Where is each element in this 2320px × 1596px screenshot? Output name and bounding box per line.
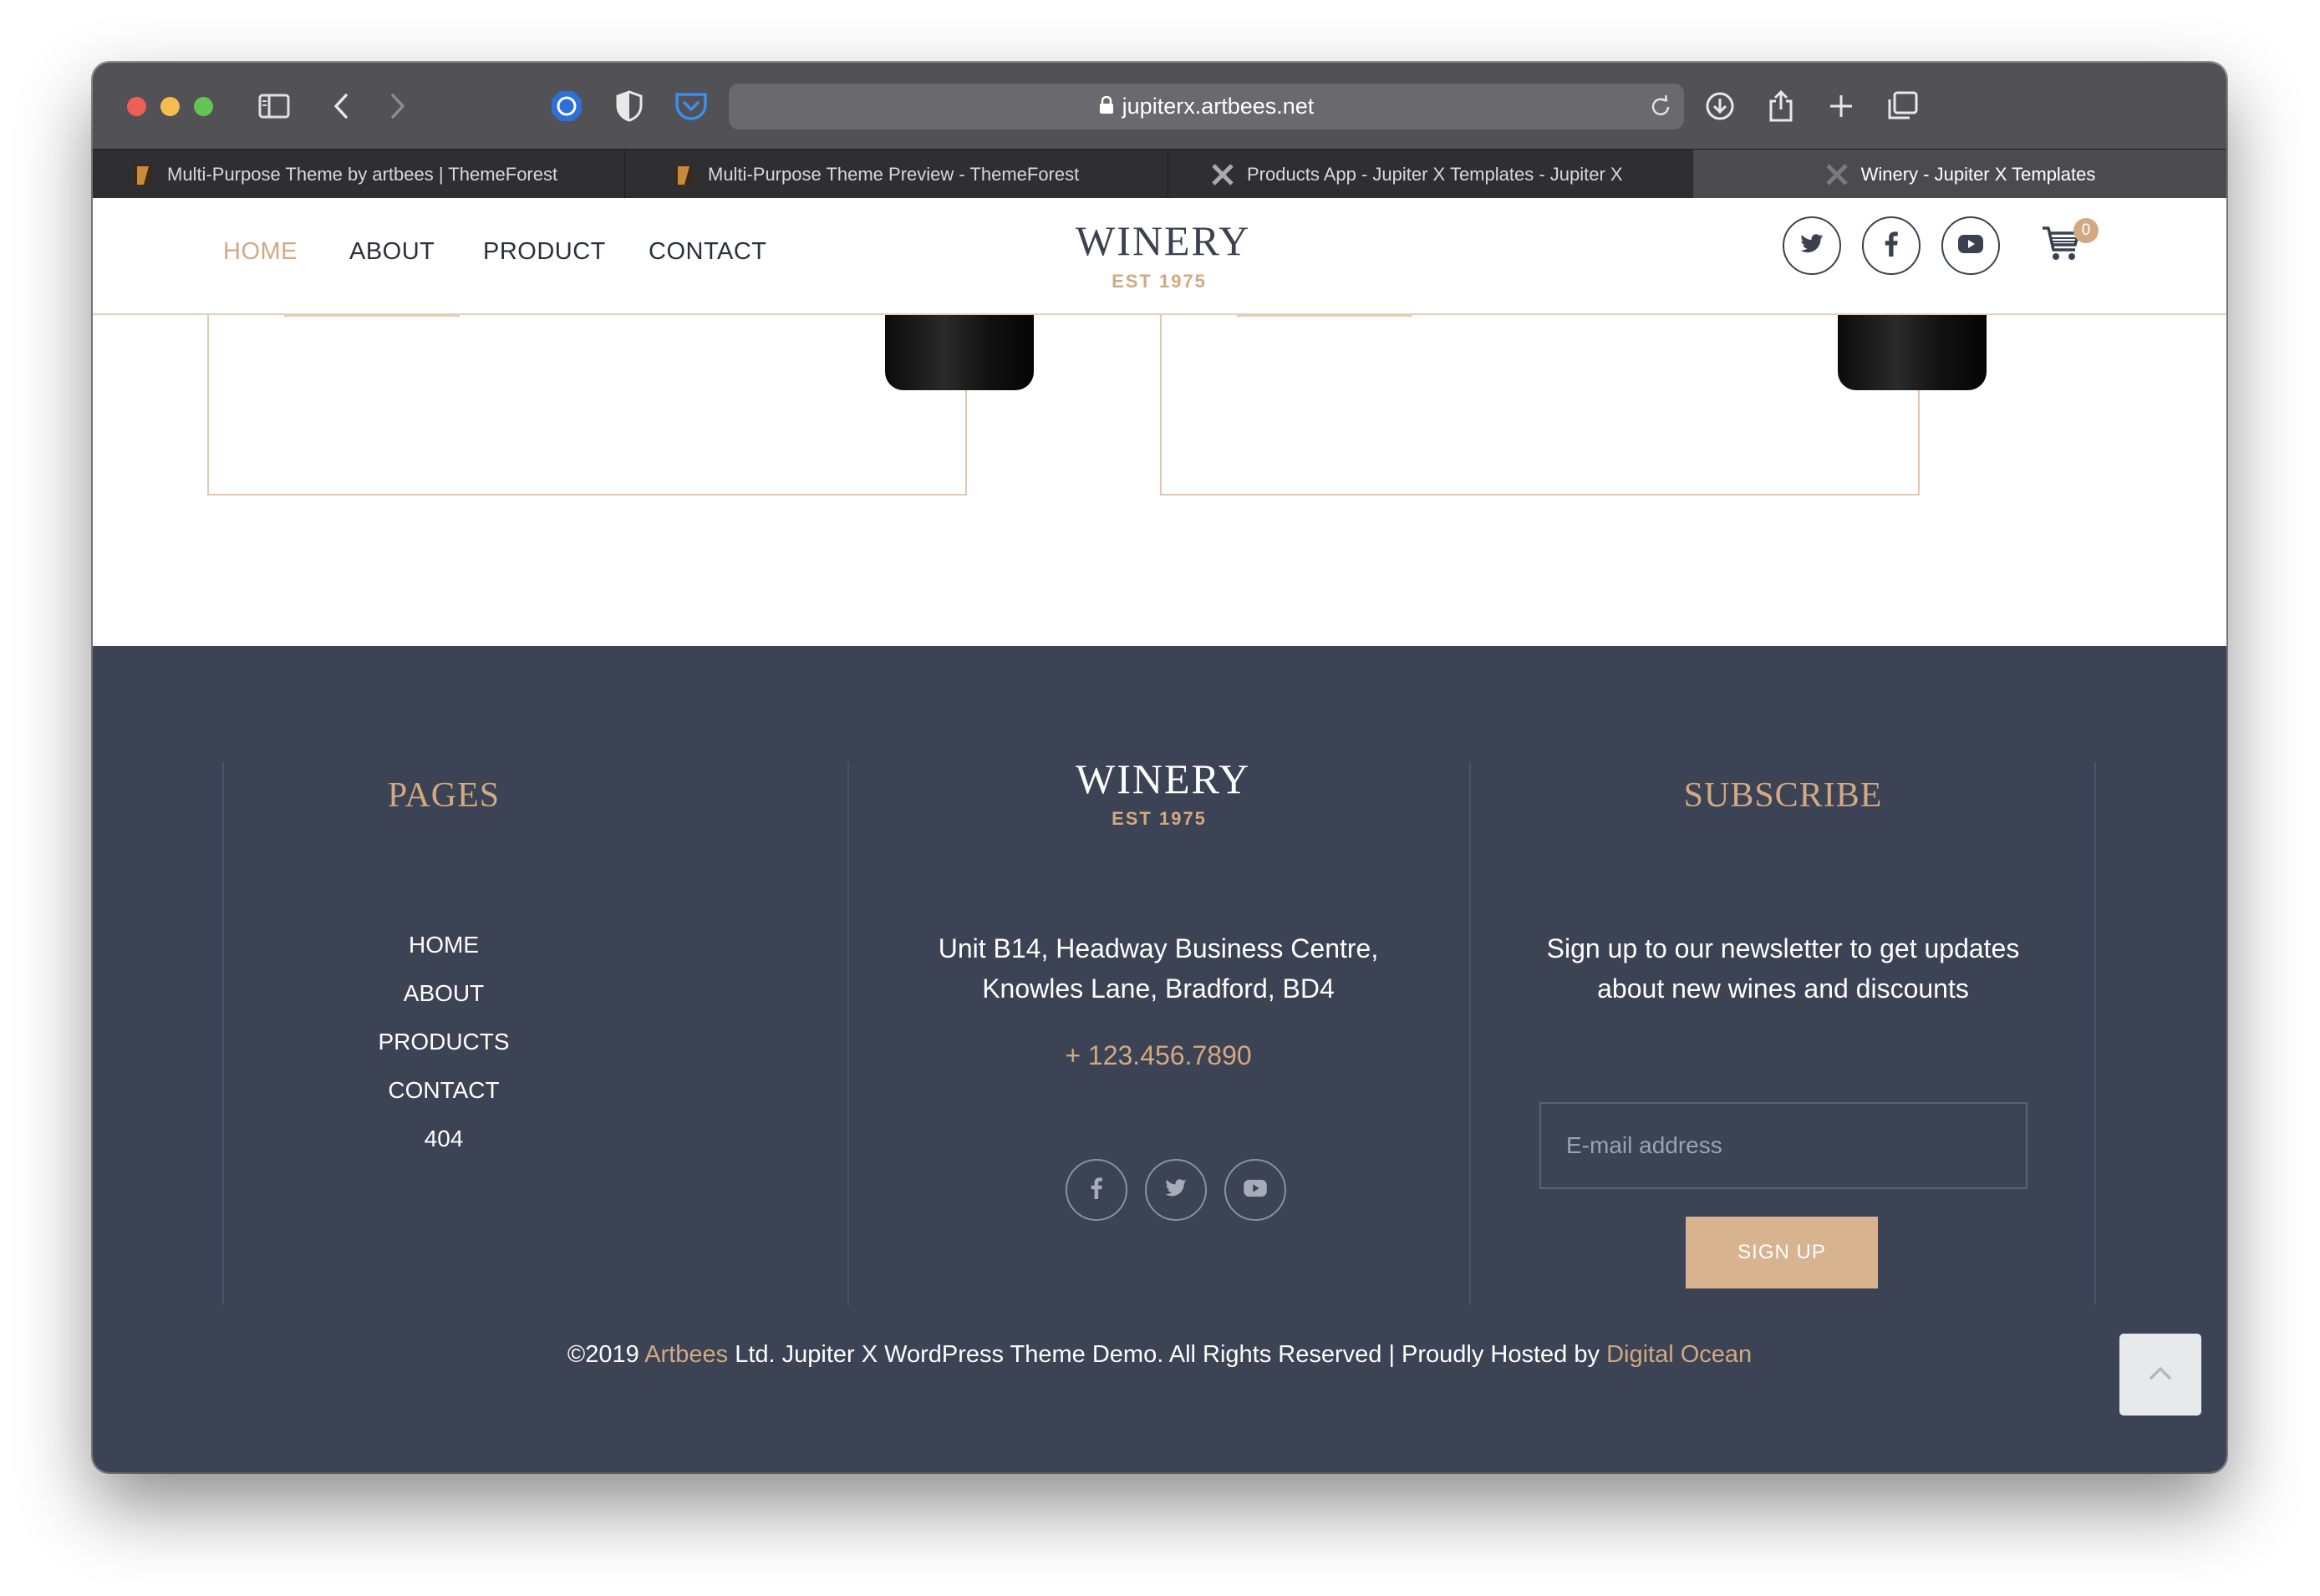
forward-icon[interactable]: [385, 88, 410, 125]
tab-products-app[interactable]: Products App - Jupiter X Templates - Jup…: [1168, 150, 1702, 199]
phone-link[interactable]: + 123.456.7890: [862, 1035, 1455, 1076]
tab-winery[interactable]: Winery - Jupiter X Templates: [1693, 150, 2226, 199]
footer-youtube-button[interactable]: [1224, 1159, 1286, 1221]
close-window-button[interactable]: [127, 97, 146, 116]
site-footer: PAGES HOME ABOUT PRODUCTS CONTACT 404 WI…: [93, 646, 2226, 1472]
logo-est: EST 1975: [1112, 271, 1207, 292]
shield-icon[interactable]: [611, 88, 648, 125]
header-facebook-button[interactable]: [1862, 216, 1921, 275]
facebook-icon: [1885, 231, 1898, 261]
chevron-up-icon: [2149, 1365, 2172, 1385]
footer-link-contact[interactable]: CONTACT: [222, 1077, 665, 1104]
copyright-text: ©2019 Artbees Ltd. Jupiter X WordPress T…: [93, 1341, 2226, 1369]
sidebar-icon[interactable]: [255, 88, 293, 125]
web-page: HOME ABOUT PRODUCT CONTACT WINERY EST 19…: [93, 198, 2226, 1472]
tab-title: Multi-Purpose Theme Preview - ThemeFores…: [708, 163, 1080, 185]
subscribe-text-line-2: about new wines and discounts: [1597, 973, 1969, 1004]
pocket-icon[interactable]: [672, 88, 710, 125]
twitter-icon: [1164, 1178, 1188, 1202]
address-bar[interactable]: jupiterx.artbees.net: [729, 84, 1684, 130]
youtube-icon: [1957, 234, 1984, 258]
cart-button[interactable]: 0: [2040, 218, 2099, 269]
artbees-link[interactable]: Artbees: [644, 1341, 728, 1368]
column-divider: [1469, 762, 1471, 1305]
tab-themeforest-preview[interactable]: Multi-Purpose Theme Preview - ThemeFores…: [625, 150, 1168, 199]
browser-toolbar: jupiterx.artbees.net: [93, 63, 2226, 149]
footer-link-404[interactable]: 404: [222, 1126, 665, 1152]
header-twitter-button[interactable]: [1783, 216, 1841, 275]
copyright-prefix: ©2019: [567, 1341, 645, 1368]
tab-title: Multi-Purpose Theme by artbees | ThemeFo…: [167, 163, 558, 185]
extension-blocker-icon[interactable]: [548, 88, 585, 125]
header-youtube-button[interactable]: [1941, 216, 2000, 275]
address-line-2: Knowles Lane, Bradford, BD4: [982, 973, 1335, 1004]
nav-product[interactable]: PRODUCT: [483, 238, 606, 266]
product-card: [1160, 305, 1920, 496]
nav-home[interactable]: HOME: [223, 238, 298, 266]
footer-logo-est: EST 1975: [1112, 808, 1207, 829]
subscribe-text-line-1: Sign up to our newsletter to get updates: [1546, 933, 2020, 963]
nav-about[interactable]: ABOUT: [349, 238, 435, 266]
copyright-middle: Ltd. Jupiter X WordPress Theme Demo. All…: [728, 1341, 1607, 1368]
nav-contact[interactable]: CONTACT: [649, 238, 767, 266]
minimize-window-button[interactable]: [160, 97, 180, 116]
address-line-1: Unit B14, Headway Business Centre,: [938, 933, 1379, 963]
tab-themeforest[interactable]: Multi-Purpose Theme by artbees | ThemeFo…: [93, 150, 625, 199]
downloads-icon[interactable]: [1702, 88, 1738, 125]
footer-logo-name: WINERY: [1076, 755, 1251, 802]
youtube-icon: [1243, 1179, 1268, 1202]
browser-window: jupiterx.artbees.net Multi-Purpose Theme…: [93, 63, 2226, 1472]
url-display[interactable]: jupiterx.artbees.net: [729, 84, 1684, 130]
jupiter-x-favicon-icon: [1824, 162, 1849, 187]
tab-title: Products App - Jupiter X Templates - Jup…: [1247, 163, 1623, 185]
site-header: HOME ABOUT PRODUCT CONTACT WINERY EST 19…: [93, 198, 2226, 315]
shopping-cart-icon: [2040, 226, 2083, 268]
back-to-top-button[interactable]: [2119, 1334, 2201, 1416]
subscribe-title: SUBSCRIBE: [1683, 776, 1883, 815]
footer-link-about[interactable]: ABOUT: [222, 980, 665, 1007]
column-divider: [847, 762, 849, 1305]
jupiter-x-favicon-icon: [1210, 162, 1235, 187]
sign-up-button[interactable]: SIGN UP: [1686, 1217, 1878, 1288]
cart-count-badge: 0: [2073, 218, 2099, 243]
share-icon[interactable]: [1763, 88, 1799, 125]
new-tab-icon[interactable]: [1823, 88, 1860, 125]
footer-twitter-button[interactable]: [1145, 1159, 1207, 1221]
product-card: [207, 305, 967, 496]
footer-link-products[interactable]: PRODUCTS: [222, 1029, 665, 1055]
tab-overview-icon[interactable]: [1884, 88, 1921, 125]
zoom-window-button[interactable]: [194, 97, 213, 116]
themeforest-favicon-icon: [671, 162, 696, 187]
column-divider: [2094, 762, 2096, 1305]
themeforest-favicon-icon: [130, 162, 155, 187]
digital-ocean-link[interactable]: Digital Ocean: [1606, 1341, 1752, 1368]
twitter-icon: [1799, 233, 1824, 259]
lock-icon: [1099, 84, 1114, 130]
back-icon[interactable]: [328, 88, 354, 125]
facebook-icon: [1091, 1177, 1102, 1203]
pages-title: PAGES: [387, 776, 501, 815]
reload-icon[interactable]: [1649, 94, 1672, 123]
tab-bar: Multi-Purpose Theme by artbees | ThemeFo…: [93, 149, 2226, 199]
url-text: jupiterx.artbees.net: [1122, 94, 1315, 119]
logo-name: WINERY: [1076, 217, 1251, 264]
tab-title: Winery - Jupiter X Templates: [1860, 163, 2096, 185]
footer-link-home[interactable]: HOME: [222, 932, 665, 958]
footer-facebook-button[interactable]: [1066, 1159, 1127, 1221]
email-field[interactable]: [1539, 1102, 2027, 1189]
